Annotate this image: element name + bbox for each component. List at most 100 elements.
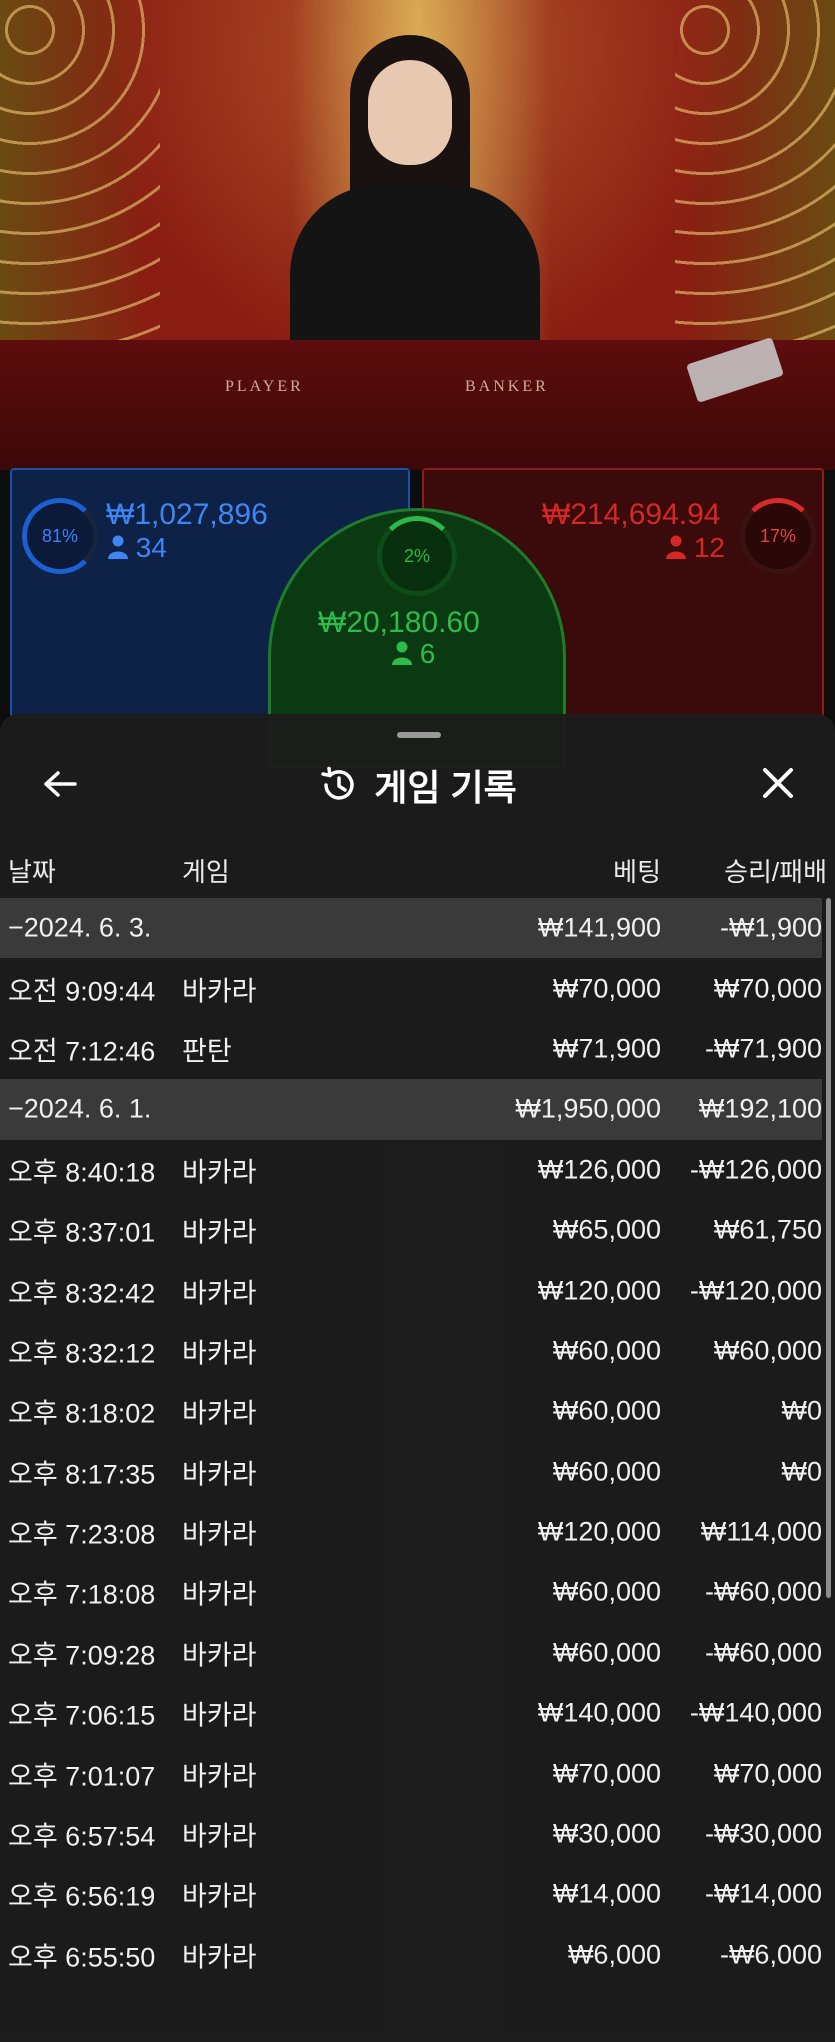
dealer-figure — [290, 35, 550, 375]
scrollbar[interactable] — [826, 898, 831, 1598]
row-win-loss: ₩0 — [781, 1456, 823, 1487]
row-time: 오후 7:23:08 — [8, 1519, 156, 1550]
history-row[interactable]: 오전 7:12:46 판탄 ₩71,900 -₩71,900 — [0, 1019, 822, 1079]
sheet-drag-handle[interactable] — [397, 732, 441, 738]
date-group-row[interactable]: −2024. 6. 1. ₩1,950,000 ₩192,100 — [0, 1079, 822, 1140]
row-bet: ₩60,000 — [552, 1395, 661, 1426]
row-game: 바카라 — [182, 1579, 257, 1610]
row-bet: ₩70,000 — [552, 973, 661, 1004]
row-time: 오후 7:18:08 — [8, 1579, 156, 1610]
row-time: 오후 8:32:42 — [8, 1278, 156, 1309]
close-button[interactable] — [755, 760, 801, 806]
history-row[interactable]: 오후 6:57:54 바카라 ₩30,000 -₩30,000 — [0, 1804, 822, 1864]
row-game: 판탄 — [182, 1036, 232, 1067]
live-dealer-video: PLAYER BANKER — [0, 0, 835, 470]
row-game: 바카라 — [182, 1821, 257, 1852]
felt-label-banker: BANKER — [465, 378, 549, 395]
history-row[interactable]: 오후 7:06:15 바카라 ₩140,000 -₩140,000 — [0, 1683, 822, 1743]
tie-bet-amount: ₩20,180.60 — [318, 606, 480, 639]
row-bet: ₩71,900 — [552, 1033, 661, 1064]
row-time: 오후 8:40:18 — [8, 1157, 156, 1188]
row-win-loss: -₩60,000 — [704, 1576, 822, 1607]
row-win-loss: -₩60,000 — [704, 1637, 822, 1668]
row-win-loss: ₩61,750 — [713, 1214, 822, 1245]
tie-count-value: 6 — [419, 638, 436, 669]
row-game: 바카라 — [182, 976, 257, 1007]
banker-percent: 17% — [759, 525, 797, 546]
history-row[interactable]: 오후 7:18:08 바카라 ₩60,000 -₩60,000 — [0, 1562, 822, 1622]
row-win-loss: ₩70,000 — [713, 1758, 822, 1789]
row-win-loss: -₩120,000 — [689, 1275, 822, 1306]
user-icon — [392, 641, 412, 665]
row-win-loss: ₩0 — [781, 1395, 823, 1426]
date-group-row[interactable]: −2024. 6. 3. ₩141,900 -₩1,900 — [0, 898, 822, 959]
close-icon — [763, 768, 793, 798]
row-time: 오전 9:09:44 — [8, 976, 156, 1007]
decor-lattice-left — [0, 0, 160, 360]
row-game: 바카라 — [182, 1881, 257, 1912]
column-game: 게임 — [182, 857, 230, 887]
row-win-loss: -₩71,900 — [704, 1033, 822, 1064]
history-row[interactable]: 오후 8:32:42 바카라 ₩120,000 -₩120,000 — [0, 1260, 822, 1320]
history-row[interactable]: 오후 8:40:18 바카라 ₩126,000 -₩126,000 — [0, 1140, 822, 1200]
page-title: 게임 기록 — [374, 767, 517, 808]
date-group-label: −2024. 6. 3. — [8, 912, 152, 943]
history-row[interactable]: 오후 7:01:07 바카라 ₩70,000 ₩70,000 — [0, 1743, 822, 1803]
row-bet: ₩60,000 — [552, 1335, 661, 1366]
row-time: 오후 8:17:35 — [8, 1459, 156, 1490]
history-row[interactable]: 오후 6:55:50 바카라 ₩6,000 -₩6,000 — [0, 1925, 822, 1985]
player-count: 34 — [108, 532, 167, 564]
row-game: 바카라 — [182, 1761, 257, 1792]
row-bet: ₩70,000 — [552, 1758, 661, 1789]
column-win-loss: 승리/패배 — [724, 857, 827, 887]
banker-count-value: 12 — [693, 532, 725, 563]
history-row[interactable]: 오후 7:23:08 바카라 ₩120,000 ₩114,000 — [0, 1502, 822, 1562]
banker-percent-ring: 17% — [740, 498, 816, 574]
row-bet: ₩30,000 — [552, 1818, 661, 1849]
row-time: 오후 6:57:54 — [8, 1821, 156, 1852]
user-icon — [108, 535, 128, 559]
row-win-loss: -₩30,000 — [704, 1818, 822, 1849]
history-row[interactable]: 오후 8:17:35 바카라 ₩60,000 ₩0 — [0, 1442, 822, 1502]
history-clock-icon — [321, 766, 354, 800]
banker-bet-amount: ₩214,694.94 — [542, 498, 721, 531]
row-win-loss: -₩1,900 — [719, 912, 822, 943]
column-bet: 베팅 — [613, 857, 661, 887]
date-group-label: −2024. 6. 1. — [8, 1093, 152, 1124]
player-count-value: 34 — [135, 532, 167, 563]
row-bet: ₩65,000 — [552, 1214, 661, 1245]
player-bet-amount: ₩1,027,896 — [106, 498, 268, 531]
row-game: 바카라 — [182, 1398, 257, 1429]
row-game: 바카라 — [182, 1640, 257, 1671]
row-game: 바카라 — [182, 1459, 257, 1490]
row-win-loss: ₩114,000 — [700, 1516, 822, 1547]
game-history-sheet: 게임 기록 날짜 게임 베팅 승리/패배 −2024. 6. 3. ₩141,90… — [0, 714, 835, 2042]
column-date: 날짜 — [8, 857, 56, 887]
row-win-loss: -₩140,000 — [689, 1697, 822, 1728]
history-row[interactable]: 오후 8:32:12 바카라 ₩60,000 ₩60,000 — [0, 1321, 822, 1381]
row-time: 오후 6:55:50 — [8, 1942, 156, 1973]
row-game: 바카라 — [182, 1700, 257, 1731]
row-bet: ₩126,000 — [537, 1154, 661, 1185]
row-time: 오후 8:32:12 — [8, 1338, 156, 1369]
row-bet: ₩14,000 — [552, 1878, 661, 1909]
row-bet: ₩120,000 — [537, 1516, 661, 1547]
row-win-loss: ₩192,100 — [698, 1093, 822, 1124]
row-game: 바카라 — [182, 1338, 257, 1369]
player-percent-ring: 81% — [22, 498, 98, 574]
row-bet: ₩60,000 — [552, 1637, 661, 1668]
row-win-loss: ₩70,000 — [713, 973, 822, 1004]
history-row[interactable]: 오후 6:56:19 바카라 ₩14,000 -₩14,000 — [0, 1864, 822, 1924]
row-win-loss: -₩14,000 — [704, 1878, 822, 1909]
row-bet: ₩60,000 — [552, 1456, 661, 1487]
row-game: 바카라 — [182, 1157, 257, 1188]
history-row[interactable]: 오후 7:09:28 바카라 ₩60,000 -₩60,000 — [0, 1623, 822, 1683]
history-row[interactable]: 오전 9:09:44 바카라 ₩70,000 ₩70,000 — [0, 958, 822, 1018]
row-game: 바카라 — [182, 1942, 257, 1973]
history-row[interactable]: 오후 8:37:01 바카라 ₩65,000 ₩61,750 — [0, 1200, 822, 1260]
history-row[interactable]: 오후 8:18:02 바카라 ₩60,000 ₩0 — [0, 1381, 822, 1441]
row-bet: ₩140,000 — [537, 1697, 661, 1728]
row-game: 바카라 — [182, 1217, 257, 1248]
sheet-header: 게임 기록 — [0, 760, 835, 810]
bet-stats: 81% ₩1,027,896 34 2% ₩20,180.60 6 ₩214,6… — [0, 468, 835, 768]
